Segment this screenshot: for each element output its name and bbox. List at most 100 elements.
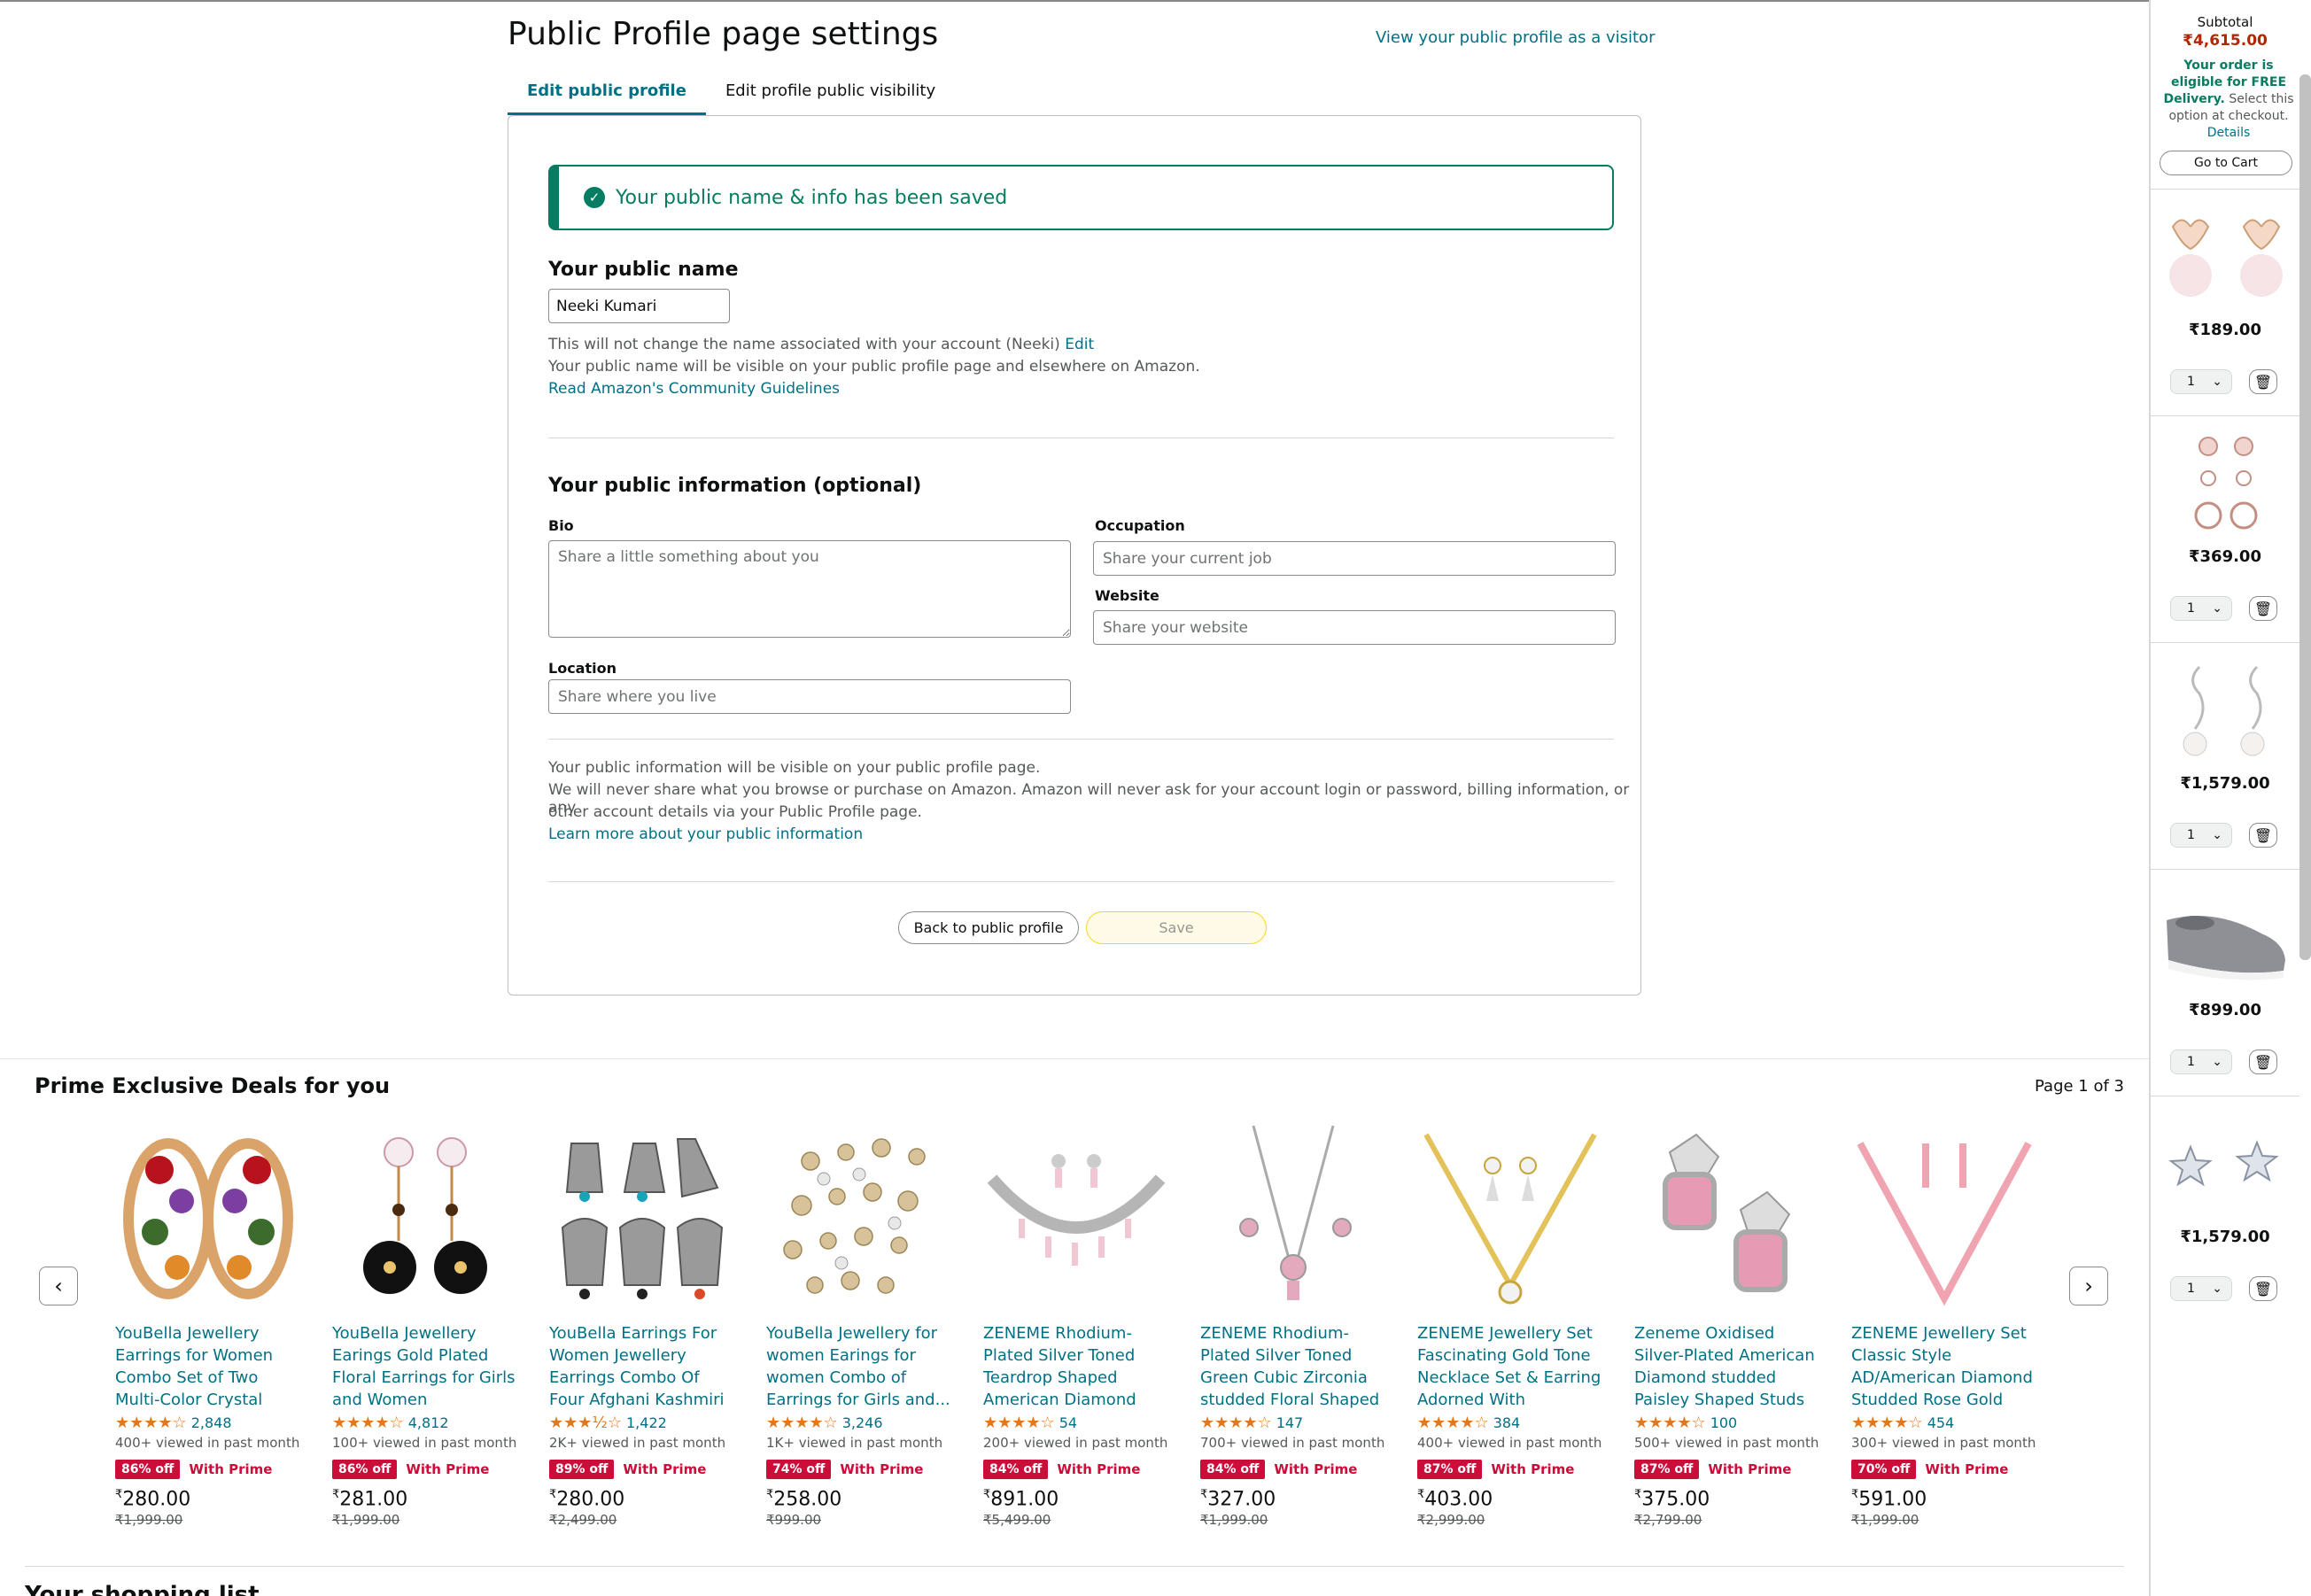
star-rating-icon: ★★★★☆	[983, 1413, 1055, 1432]
cart-item-image[interactable]	[2160, 889, 2292, 987]
product-title[interactable]: Zeneme Oxidised Silver-Plated American D…	[1634, 1322, 1820, 1411]
view-as-visitor-link[interactable]: View your public profile as a visitor	[1376, 28, 1655, 47]
shopping-list-heading: Your shopping list	[25, 1582, 260, 1596]
cart-item-image[interactable]	[2160, 1116, 2292, 1213]
viewed-count: 200+ viewed in past month	[983, 1435, 1168, 1451]
product-rating[interactable]: ★★★★☆ 3,246	[766, 1413, 952, 1432]
discount-badge: 70% off	[1851, 1460, 1917, 1479]
product-card[interactable]: ZENEME Jewellery Set Classic Style AD/Am…	[1851, 1126, 2037, 1528]
subtotal-label: Subtotal	[2197, 14, 2253, 30]
product-rating[interactable]: ★★★★☆ 54	[983, 1413, 1169, 1432]
prime-label: With Prime	[1708, 1461, 1792, 1477]
viewed-count: 500+ viewed in past month	[1634, 1435, 1819, 1451]
product-card[interactable]: YouBella Jewellery for women Earings for…	[766, 1126, 952, 1528]
cart-item-image[interactable]	[2160, 662, 2292, 760]
product-rating[interactable]: ★★★★☆ 147	[1200, 1413, 1386, 1432]
quantity-select[interactable]: 1 ⌄	[2170, 369, 2232, 394]
list-price: ₹1,999.00	[1200, 1512, 1268, 1529]
carousel-prev-button[interactable]: ‹	[39, 1267, 78, 1305]
list-price: ₹1,999.00	[332, 1512, 400, 1529]
product-card[interactable]: YouBella Earrings For Women Jewellery Ea…	[549, 1126, 735, 1528]
product-rating[interactable]: ★★★★☆ 454	[1851, 1413, 2037, 1432]
public-name-input[interactable]	[548, 289, 730, 323]
cart-item-price: ₹189.00	[2189, 321, 2261, 339]
product-image[interactable]	[1851, 1126, 2037, 1312]
occupation-input[interactable]	[1093, 541, 1616, 576]
product-price: ₹891.00	[983, 1488, 1059, 1511]
cart-item-image[interactable]	[2160, 209, 2292, 306]
product-image[interactable]	[115, 1126, 301, 1312]
product-image[interactable]	[1200, 1126, 1386, 1312]
product-card[interactable]: ZENEME Rhodium-Plated Silver Toned Green…	[1200, 1126, 1386, 1528]
edit-name-link[interactable]: Edit	[1065, 336, 1094, 353]
product-image[interactable]	[766, 1126, 952, 1312]
delete-item-button[interactable]: 🗑	[2249, 823, 2277, 848]
discount-badge: 87% off	[1417, 1460, 1483, 1479]
save-button[interactable]: Save	[1086, 911, 1267, 944]
product-card[interactable]: YouBella Jewellery Earrings for Women Co…	[115, 1126, 301, 1528]
product-title[interactable]: YouBella Earrings For Women Jewellery Ea…	[549, 1322, 735, 1411]
product-card[interactable]: Zeneme Oxidised Silver-Plated American D…	[1634, 1126, 1820, 1528]
account-name-note-text: This will not change the name associated…	[548, 336, 1060, 353]
community-guidelines-link[interactable]: Read Amazon's Community Guidelines	[548, 380, 840, 398]
trash-icon: 🗑	[2253, 373, 2273, 391]
tab-edit-public-profile[interactable]: Edit public profile	[508, 73, 706, 115]
location-input[interactable]	[548, 679, 1071, 714]
learn-more-link[interactable]: Learn more about your public information	[548, 825, 863, 843]
product-price: ₹258.00	[766, 1488, 842, 1511]
chevron-left-icon: ‹	[54, 1274, 63, 1298]
product-card[interactable]: ZENEME Rhodium-Plated Silver Toned Teard…	[983, 1126, 1169, 1528]
viewed-count: 1K+ viewed in past month	[766, 1435, 943, 1451]
list-price: ₹5,499.00	[983, 1512, 1051, 1529]
product-rating[interactable]: ★★★★☆ 4,812	[332, 1413, 518, 1432]
product-price: ₹281.00	[332, 1488, 408, 1511]
viewed-count: 700+ viewed in past month	[1200, 1435, 1385, 1451]
product-title[interactable]: YouBella Jewellery for women Earings for…	[766, 1322, 952, 1411]
product-image[interactable]	[983, 1126, 1169, 1312]
product-title[interactable]: ZENEME Jewellery Set Classic Style AD/Am…	[1851, 1322, 2037, 1411]
subtotal-value: ₹4,615.00	[2183, 32, 2268, 50]
quantity-select[interactable]: 1 ⌄	[2170, 596, 2232, 621]
website-input[interactable]	[1093, 610, 1616, 645]
cart-scrollbar[interactable]	[2299, 74, 2311, 960]
product-title[interactable]: ZENEME Rhodium-Plated Silver Toned Teard…	[983, 1322, 1169, 1411]
product-image[interactable]	[1634, 1126, 1820, 1312]
delete-item-button[interactable]: 🗑	[2249, 1276, 2277, 1301]
bio-textarea[interactable]	[548, 540, 1071, 638]
list-price: ₹999.00	[766, 1512, 822, 1529]
quantity-select[interactable]: 1 ⌄	[2170, 823, 2232, 848]
cart-item-image[interactable]	[2160, 436, 2292, 533]
product-title[interactable]: YouBella Jewellery Earrings for Women Co…	[115, 1322, 301, 1411]
quantity-select[interactable]: 1 ⌄	[2170, 1050, 2232, 1074]
cart-item-price: ₹1,579.00	[2180, 774, 2270, 793]
go-to-cart-button[interactable]: Go to Cart	[2160, 151, 2292, 175]
delete-item-button[interactable]: 🗑	[2249, 369, 2277, 394]
product-rating[interactable]: ★★★★☆ 100	[1634, 1413, 1820, 1432]
chevron-down-icon: ⌄	[2212, 375, 2222, 389]
product-card[interactable]: YouBella Jewellery Earings Gold Plated F…	[332, 1126, 518, 1528]
delete-item-button[interactable]: 🗑	[2249, 596, 2277, 621]
product-image[interactable]	[549, 1126, 735, 1312]
location-label: Location	[548, 660, 617, 677]
star-rating-icon: ★★★★☆	[115, 1413, 187, 1432]
product-rating[interactable]: ★★★★☆ 384	[1417, 1413, 1603, 1432]
delete-item-button[interactable]: 🗑	[2249, 1050, 2277, 1074]
product-card[interactable]: ZENEME Jewellery Set Fascinating Gold To…	[1417, 1126, 1603, 1528]
deal-badges: 84% off With Prime	[983, 1458, 1169, 1481]
delivery-details-link[interactable]: Details	[2207, 126, 2251, 140]
prime-label: With Prime	[1057, 1461, 1141, 1477]
product-image[interactable]	[332, 1126, 518, 1312]
star-rating-icon: ★★★★☆	[766, 1413, 838, 1432]
occupation-label: Occupation	[1095, 517, 1185, 534]
product-rating[interactable]: ★★★½☆ 1,422	[549, 1413, 735, 1432]
product-title[interactable]: ZENEME Rhodium-Plated Silver Toned Green…	[1200, 1322, 1386, 1411]
quantity-select[interactable]: 1 ⌄	[2170, 1276, 2232, 1301]
product-rating[interactable]: ★★★★☆ 2,848	[115, 1413, 301, 1432]
discount-badge: 84% off	[1200, 1460, 1266, 1479]
carousel-next-button[interactable]: ›	[2069, 1267, 2108, 1305]
product-image[interactable]	[1417, 1126, 1603, 1312]
back-to-profile-button[interactable]: Back to public profile	[898, 911, 1079, 944]
tab-edit-profile-visibility[interactable]: Edit profile public visibility	[706, 73, 955, 115]
product-title[interactable]: YouBella Jewellery Earings Gold Plated F…	[332, 1322, 518, 1411]
product-title[interactable]: ZENEME Jewellery Set Fascinating Gold To…	[1417, 1322, 1603, 1411]
